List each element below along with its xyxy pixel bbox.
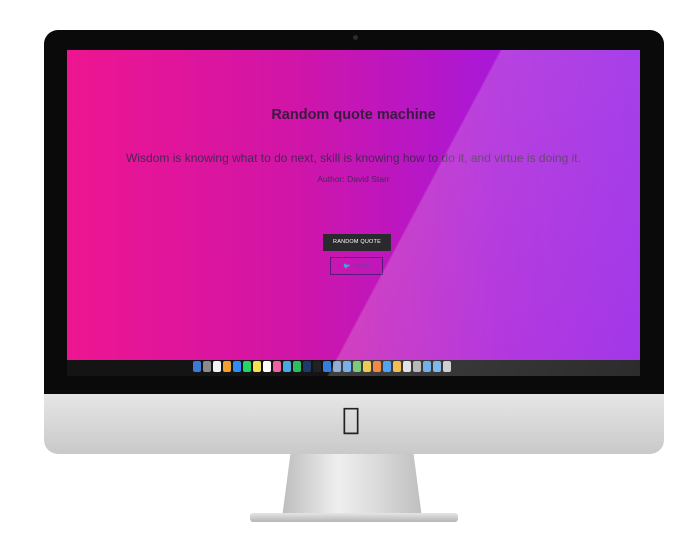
quote-author: Author: David Starr bbox=[317, 174, 390, 184]
tweet-label: TWEET bbox=[352, 264, 370, 270]
maps-icon[interactable] bbox=[353, 361, 361, 372]
photos-icon[interactable] bbox=[223, 361, 231, 372]
random-quote-button[interactable]: RANDOM QUOTE bbox=[323, 234, 391, 251]
browser-icon[interactable] bbox=[383, 361, 391, 372]
calendar-icon[interactable] bbox=[213, 361, 221, 372]
monitor-stand bbox=[282, 454, 422, 518]
itunes-icon[interactable] bbox=[273, 361, 281, 372]
sketch-icon[interactable] bbox=[393, 361, 401, 372]
folder-icon[interactable] bbox=[423, 361, 431, 372]
monitor-stand-base bbox=[250, 513, 458, 522]
finder-icon[interactable] bbox=[193, 361, 201, 372]
app-store-icon[interactable] bbox=[323, 361, 331, 372]
whatsapp-icon[interactable] bbox=[243, 361, 251, 372]
twitter-bird-icon: 🐦 bbox=[343, 264, 351, 270]
textedit-icon[interactable] bbox=[263, 361, 271, 372]
camera-icon bbox=[353, 35, 358, 40]
firefox-icon[interactable] bbox=[373, 361, 381, 372]
dock bbox=[193, 361, 451, 374]
safari-icon[interactable] bbox=[233, 361, 241, 372]
quote-text: Wisdom is knowing what to do next, skill… bbox=[126, 151, 581, 165]
preview-icon[interactable] bbox=[333, 361, 341, 372]
chrome-icon[interactable] bbox=[363, 361, 371, 372]
screen-glare bbox=[67, 50, 640, 376]
trash-icon[interactable] bbox=[443, 361, 451, 372]
app-icon[interactable] bbox=[283, 361, 291, 372]
screenshot-icon[interactable] bbox=[413, 361, 421, 372]
downloads-icon[interactable] bbox=[433, 361, 441, 372]
terminal-icon[interactable] bbox=[313, 361, 321, 372]
page-title: Random quote machine bbox=[271, 107, 436, 123]
launchpad-icon[interactable] bbox=[203, 361, 211, 372]
notes-icon[interactable] bbox=[253, 361, 261, 372]
screen: Random quote machine Wisdom is knowing w… bbox=[67, 50, 640, 376]
evernote-icon[interactable] bbox=[293, 361, 301, 372]
apple-logo-icon:  bbox=[342, 405, 360, 435]
document-icon[interactable] bbox=[403, 361, 411, 372]
photoshop-icon[interactable] bbox=[303, 361, 311, 372]
tweet-button[interactable]: 🐦 TWEET bbox=[330, 257, 383, 275]
mail-icon[interactable] bbox=[343, 361, 351, 372]
